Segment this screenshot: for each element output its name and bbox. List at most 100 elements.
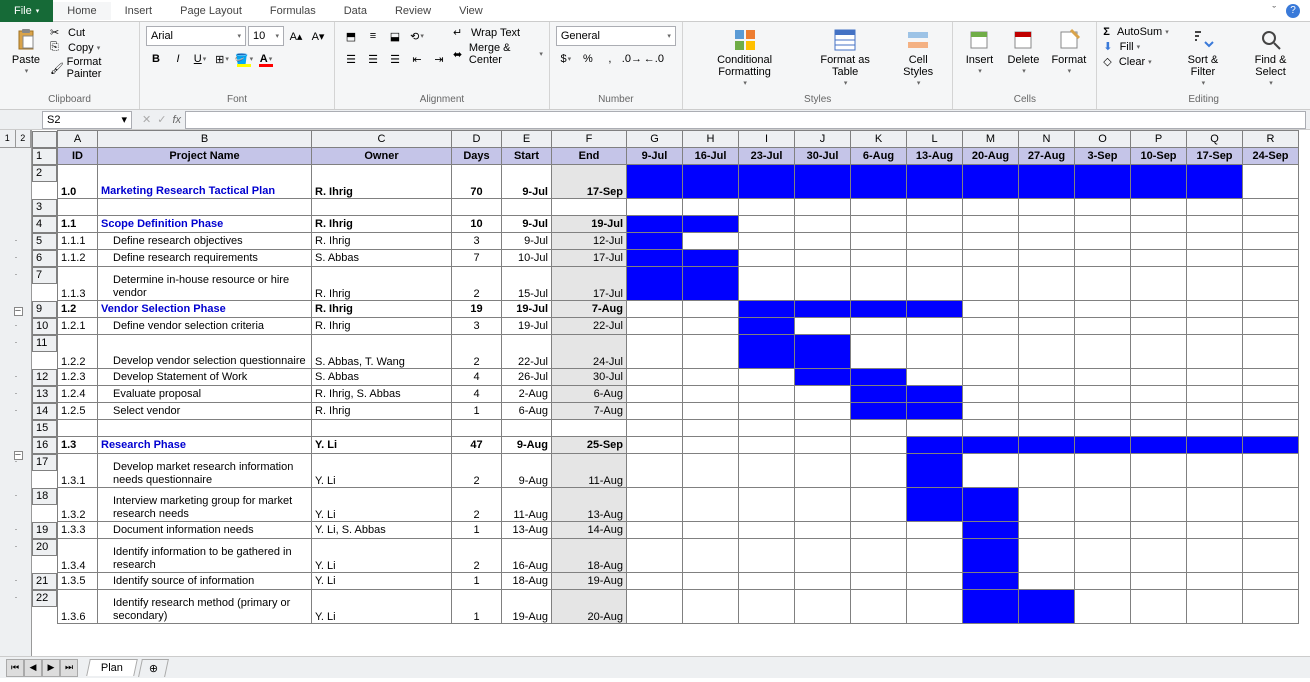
cell[interactable]: 3	[452, 318, 502, 335]
cell[interactable]: 1	[452, 590, 502, 624]
sort-filter-button[interactable]: Sort & Filter▾	[1173, 26, 1233, 90]
gantt-cell[interactable]	[739, 165, 795, 199]
gantt-cell[interactable]	[627, 165, 683, 199]
row-header[interactable]: 21	[32, 573, 57, 590]
outline-collapse-button[interactable]: −	[2, 450, 34, 460]
cell[interactable]: 19-Jul	[552, 216, 627, 233]
gantt-cell[interactable]	[739, 590, 795, 624]
col-header-O[interactable]: O	[1075, 131, 1131, 148]
gantt-cell[interactable]	[1187, 454, 1243, 488]
cancel-icon[interactable]: ✕	[142, 113, 151, 126]
gantt-cell[interactable]	[1131, 437, 1187, 454]
cell[interactable]: 13-Aug	[502, 522, 552, 539]
cell[interactable]: 1.3.3	[58, 522, 98, 539]
gantt-cell[interactable]	[1019, 590, 1075, 624]
gantt-cell[interactable]	[1075, 573, 1131, 590]
gantt-cell[interactable]	[963, 539, 1019, 573]
gantt-cell[interactable]	[1243, 267, 1299, 301]
cell[interactable]: 1.3.1	[58, 454, 98, 488]
cell[interactable]	[1131, 420, 1187, 437]
cell[interactable]: 6-Aug	[552, 386, 627, 403]
gantt-cell[interactable]	[739, 403, 795, 420]
cell[interactable]	[312, 420, 452, 437]
fill-button[interactable]: ⬇ Fill▾	[1103, 40, 1168, 53]
minimize-ribbon-icon[interactable]: ˇ	[1272, 5, 1276, 17]
tab-page-layout[interactable]: Page Layout	[166, 2, 256, 20]
gantt-cell[interactable]	[1075, 488, 1131, 522]
row-header[interactable]: 3	[32, 199, 57, 216]
gantt-cell[interactable]	[795, 165, 851, 199]
cell[interactable]	[683, 420, 739, 437]
header-cell[interactable]: Start	[502, 148, 552, 165]
cell[interactable]	[58, 420, 98, 437]
row-header[interactable]: 12	[32, 369, 57, 386]
cell[interactable]: 12-Jul	[552, 233, 627, 250]
gantt-cell[interactable]	[1243, 233, 1299, 250]
gantt-cell[interactable]	[627, 250, 683, 267]
cell[interactable]: 1.2.5	[58, 403, 98, 420]
orientation-button[interactable]: ⟲▾	[407, 26, 427, 46]
gantt-cell[interactable]	[1019, 573, 1075, 590]
cell[interactable]: 1	[452, 573, 502, 590]
gantt-cell[interactable]	[851, 539, 907, 573]
cell[interactable]	[1187, 199, 1243, 216]
row-header[interactable]: 11	[32, 335, 57, 352]
gantt-cell[interactable]	[963, 301, 1019, 318]
cell[interactable]	[795, 420, 851, 437]
gantt-cell[interactable]	[739, 488, 795, 522]
gantt-cell[interactable]	[1075, 301, 1131, 318]
cell[interactable]	[552, 199, 627, 216]
cell[interactable]: 1.2.1	[58, 318, 98, 335]
cell[interactable]: S. Abbas	[312, 369, 452, 386]
cell[interactable]: 1.1.3	[58, 267, 98, 301]
cell[interactable]: 2	[452, 539, 502, 573]
gantt-cell[interactable]	[1243, 165, 1299, 199]
row-header[interactable]: 15	[32, 420, 57, 437]
comma-button[interactable]: ,	[600, 49, 620, 69]
cell[interactable]: 1.2.2	[58, 335, 98, 369]
align-right-button[interactable]: ☰	[385, 49, 405, 69]
align-center-button[interactable]: ☰	[363, 49, 383, 69]
gantt-cell[interactable]	[1019, 267, 1075, 301]
gantt-cell[interactable]	[907, 403, 963, 420]
gantt-cell[interactable]	[1131, 301, 1187, 318]
sheet-last-button[interactable]: ⏭	[60, 659, 78, 677]
number-format-select[interactable]: General▾	[556, 26, 676, 46]
gantt-cell[interactable]	[1131, 369, 1187, 386]
cell[interactable]: R. Ihrig	[312, 233, 452, 250]
gantt-cell[interactable]	[963, 233, 1019, 250]
gantt-cell[interactable]	[851, 250, 907, 267]
outline-collapse-button[interactable]: −	[2, 306, 34, 316]
cell[interactable]: 70	[452, 165, 502, 199]
header-cell[interactable]: 27-Aug	[1019, 148, 1075, 165]
gantt-cell[interactable]	[907, 590, 963, 624]
cell[interactable]: 19-Jul	[502, 301, 552, 318]
insert-button[interactable]: Insert▾	[959, 26, 999, 78]
cell[interactable]	[1243, 420, 1299, 437]
cell[interactable]: 1.3.4	[58, 539, 98, 573]
cell[interactable]: Define vendor selection criteria	[98, 318, 312, 335]
wrap-text-button[interactable]: ↵Wrap Text	[453, 26, 543, 39]
cell[interactable]: R. Ihrig	[312, 267, 452, 301]
cell[interactable]: 16-Aug	[502, 539, 552, 573]
gantt-cell[interactable]	[627, 590, 683, 624]
gantt-cell[interactable]	[1243, 318, 1299, 335]
cell[interactable]: 1.3.6	[58, 590, 98, 624]
gantt-cell[interactable]	[1131, 454, 1187, 488]
gantt-cell[interactable]	[683, 454, 739, 488]
cell[interactable]: R. Ihrig	[312, 165, 452, 199]
gantt-cell[interactable]	[851, 403, 907, 420]
gantt-cell[interactable]	[1075, 437, 1131, 454]
gantt-cell[interactable]	[795, 369, 851, 386]
cell[interactable]: 4	[452, 386, 502, 403]
cell[interactable]: 1.1.1	[58, 233, 98, 250]
row-header[interactable]: 7	[32, 267, 57, 284]
gantt-cell[interactable]	[795, 522, 851, 539]
gantt-cell[interactable]	[1075, 403, 1131, 420]
cell[interactable]: 30-Jul	[552, 369, 627, 386]
gantt-cell[interactable]	[851, 301, 907, 318]
cell[interactable]: 4	[452, 369, 502, 386]
gantt-cell[interactable]	[1075, 318, 1131, 335]
gantt-cell[interactable]	[1019, 437, 1075, 454]
cell[interactable]: 25-Sep	[552, 437, 627, 454]
